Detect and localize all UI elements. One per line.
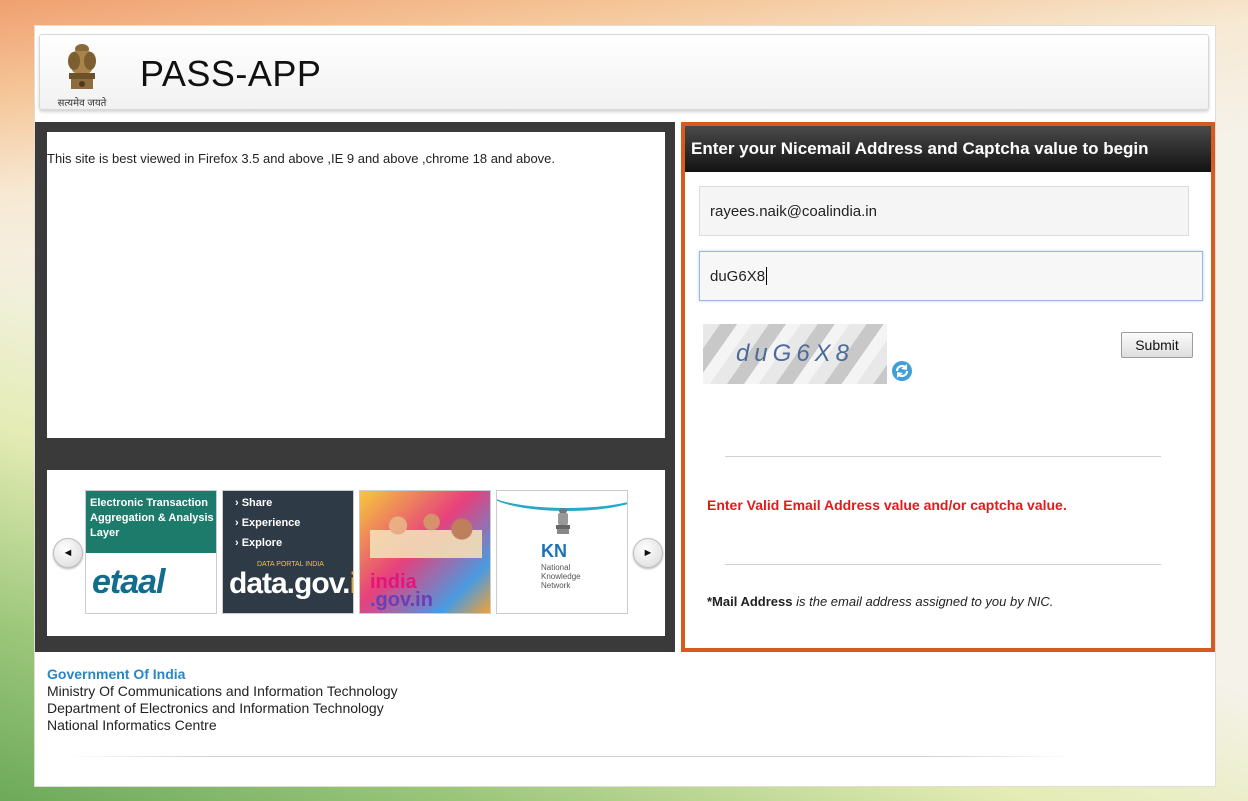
footer-line-department: Department of Electronics and Informatio…: [47, 700, 384, 716]
note-text: is the email address assigned to you by …: [792, 594, 1054, 609]
etaal-caption-line: Layer: [90, 527, 120, 539]
error-message: Enter Valid Email Address value and/or c…: [707, 497, 1067, 513]
nkn-logo: KN: [541, 541, 567, 561]
login-heading: Enter your Nicemail Address and Captcha …: [685, 126, 1211, 172]
nkn-text-line: Network: [541, 581, 571, 590]
left-panel: This site is best viewed in Firefox 3.5 …: [35, 122, 675, 652]
carousel-item-datagov[interactable]: › Share › Experience › Explore DATA PORT…: [222, 490, 354, 614]
indiagov-logo: india .gov.in: [370, 572, 433, 611]
nkn-text-line: Knowledge: [541, 572, 581, 581]
etaal-caption-line: Aggregation & Analysis: [90, 512, 214, 524]
text-caret: [766, 267, 768, 285]
datagov-logo: data.gov.in: [229, 567, 353, 601]
note-label: *Mail Address: [707, 594, 793, 609]
browser-notice: This site is best viewed in Firefox 3.5 …: [47, 151, 556, 166]
footer-line-ministry: Ministry Of Communications and Informati…: [47, 683, 398, 699]
national-emblem-icon: सत्यमेव जयते: [52, 41, 112, 109]
datagov-menu-item: › Experience: [235, 517, 301, 529]
captcha-image-text: duG6X8: [735, 340, 855, 367]
app-header: सत्यमेव जयते PASS-APP: [39, 34, 1209, 110]
carousel-next-button[interactable]: ►: [633, 538, 663, 568]
datagov-menu: › Share › Experience › Explore: [235, 493, 300, 553]
indiagov-logo-line: .gov.in: [370, 589, 433, 611]
main-container: सत्यमेव जयते PASS-APP This site is best …: [34, 25, 1216, 787]
footer-divider: [65, 756, 1075, 757]
emblem-icon: [556, 508, 570, 534]
datagov-menu-item: › Explore: [235, 537, 283, 549]
carousel-prev-button[interactable]: ◄: [53, 538, 83, 568]
captcha-image: duG6X8: [703, 324, 887, 384]
notice-box: This site is best viewed in Firefox 3.5 …: [47, 132, 665, 438]
partner-carousel: ◄ Electronic Transaction Aggregation & A…: [47, 470, 665, 636]
chevron-left-icon: ◄: [62, 547, 74, 559]
etaal-logo: etaal: [92, 563, 165, 601]
email-field[interactable]: rayees.naik@coalindia.in: [699, 186, 1189, 236]
footer: Government Of India Ministry Of Communic…: [47, 666, 398, 734]
footer-line-nic: National Informatics Centre: [47, 717, 217, 733]
people-photo: [370, 501, 482, 571]
login-panel: Enter your Nicemail Address and Captcha …: [681, 122, 1215, 652]
app-title: PASS-APP: [140, 53, 322, 94]
chevron-right-icon: ►: [642, 547, 654, 559]
captcha-input[interactable]: duG6X8: [699, 251, 1203, 301]
datagov-logo-accent: in: [349, 567, 353, 600]
carousel-item-indiagov[interactable]: india .gov.in: [359, 490, 491, 614]
nkn-text-line: National: [541, 563, 571, 572]
mail-address-note: *Mail Address is the email address assig…: [707, 594, 1053, 609]
nkn-text: National Knowledge Network: [541, 563, 581, 590]
refresh-captcha-icon[interactable]: [891, 360, 913, 382]
divider: [725, 564, 1161, 565]
etaal-caption-line: Electronic Transaction: [90, 497, 208, 509]
email-value: rayees.naik@coalindia.in: [710, 202, 877, 220]
carousel-item-etaal[interactable]: Electronic Transaction Aggregation & Ana…: [85, 490, 217, 614]
etaal-caption: Electronic Transaction Aggregation & Ana…: [86, 491, 216, 553]
datagov-logo-main: data.gov.: [229, 567, 350, 600]
captcha-input-value: duG6X8: [710, 267, 766, 285]
datagov-menu-item: › Share: [235, 497, 273, 509]
divider: [725, 456, 1161, 457]
footer-line-government[interactable]: Government Of India: [47, 666, 398, 683]
emblem-caption: सत्यमेव जयते: [57, 98, 107, 109]
submit-button[interactable]: Submit: [1121, 332, 1193, 358]
carousel-item-nkn[interactable]: KN National Knowledge Network: [496, 490, 628, 614]
